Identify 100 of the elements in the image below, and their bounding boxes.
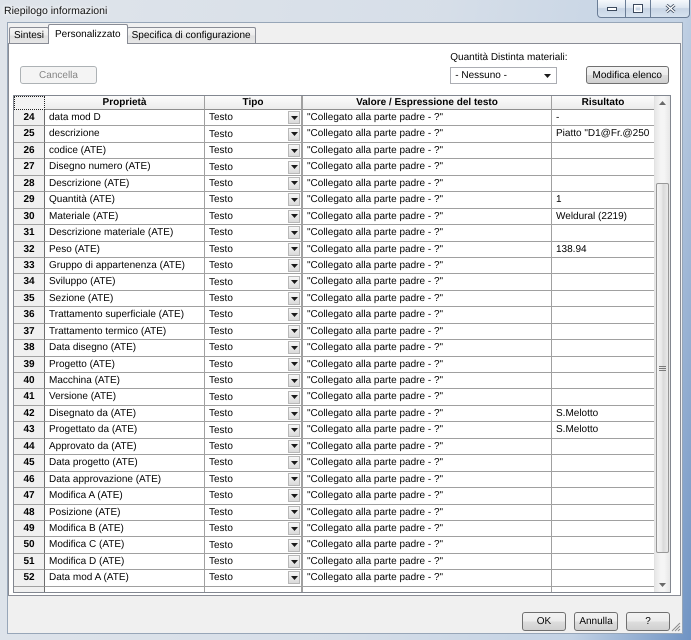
row-number: 33: [14, 258, 45, 274]
dialog-button[interactable]: Annulla: [574, 612, 618, 631]
dropdown-button[interactable]: [288, 571, 300, 584]
table-cell-text: Testo: [209, 128, 234, 142]
row-number: 24: [14, 110, 45, 126]
column-header[interactable]: Tipo: [205, 96, 302, 110]
dropdown-button[interactable]: [288, 358, 300, 371]
table-cell: Data approvazione (ATE): [45, 472, 205, 488]
dropdown-button[interactable]: [288, 259, 300, 272]
caret-down-icon: [290, 477, 298, 482]
dialog-button[interactable]: OK: [522, 612, 566, 631]
dropdown-button[interactable]: [288, 407, 300, 420]
edit-list-button[interactable]: Modifica elenco: [586, 66, 669, 84]
caret-down-icon: [290, 460, 298, 465]
dropdown-button[interactable]: [288, 144, 300, 158]
dropdown-button[interactable]: [288, 489, 300, 502]
table-cell-text: Testo: [209, 276, 234, 290]
table-cell: Progettato da (ATE): [45, 422, 205, 439]
bom-quantity-dropdown[interactable]: - Nessuno -: [450, 67, 558, 84]
dropdown-button[interactable]: [288, 160, 300, 174]
close-button[interactable]: [650, 0, 690, 18]
table-cell-text: Testo: [209, 341, 234, 356]
table-cell: Sezione (ATE): [45, 290, 205, 308]
row-number: 37: [14, 324, 45, 340]
table-cell: "Collegato alla parte padre - ?": [302, 340, 552, 357]
caret-down-icon: [290, 543, 298, 548]
dropdown-button[interactable]: [288, 390, 300, 404]
dropdown-button[interactable]: [288, 506, 300, 519]
scrollbar-thumb[interactable]: [656, 183, 669, 553]
maximize-button[interactable]: [625, 0, 651, 18]
table-cell: "Collegato alla parte padre - ?": [302, 422, 552, 439]
dropdown-button[interactable]: [288, 522, 300, 536]
minimize-button[interactable]: [597, 0, 626, 18]
table-cell: Macchina (ATE): [45, 373, 205, 390]
table-cell-text: Testo: [209, 259, 234, 274]
table-cell: "Collegato alla parte padre - ?": [302, 356, 552, 373]
caret-down-icon: [290, 560, 298, 564]
table-cell: Descrizione materiale (ATE): [45, 225, 205, 242]
resize-grip-icon: [671, 622, 681, 632]
dropdown-button[interactable]: [288, 555, 300, 568]
table-cell: Modifica B (ATE): [45, 520, 205, 538]
column-header[interactable]: Valore / Espressione del testo: [302, 96, 552, 110]
caret-down-icon: [290, 444, 298, 448]
table-cell: "Collegato alla parte padre - ?": [302, 389, 552, 406]
dropdown-button[interactable]: [288, 374, 300, 388]
dropdown-button[interactable]: [288, 472, 300, 486]
dropdown-button[interactable]: [288, 292, 300, 306]
minimize-icon: [606, 6, 616, 10]
table-cell-text: Testo: [209, 210, 234, 224]
dropdown-button[interactable]: [288, 111, 300, 124]
dropdown-button[interactable]: [288, 226, 300, 240]
table-cell: "Collegato alla parte padre - ?": [302, 537, 552, 554]
row-number: 52: [14, 570, 45, 587]
dropdown-button[interactable]: [288, 210, 300, 223]
table-cell-text: Testo: [209, 522, 234, 536]
row-number: 29: [14, 192, 45, 209]
row-number: 47: [14, 488, 45, 504]
table-cell-text: Testo: [209, 555, 234, 570]
row-number: 40: [14, 373, 45, 390]
dropdown-button[interactable]: [288, 456, 300, 470]
tab[interactable]: Personalizzato: [48, 24, 128, 44]
field-label: Quantità Distinta materiali:: [450, 51, 568, 65]
dropdown-button[interactable]: [288, 440, 300, 453]
table-cell-text: Testo: [209, 506, 234, 520]
close-icon: [664, 4, 676, 13]
table-cell: "Collegato alla parte padre - ?": [302, 438, 552, 456]
dropdown-button[interactable]: [288, 193, 300, 206]
dropdown-button[interactable]: [288, 341, 300, 354]
dropdown-button[interactable]: [288, 538, 300, 552]
dropdown-button[interactable]: [288, 176, 300, 190]
dropdown-button[interactable]: [288, 128, 300, 141]
table-cell: Modifica A (ATE): [45, 488, 205, 504]
table-cell: Materiale (ATE): [45, 208, 205, 226]
row-number: 44: [14, 438, 45, 456]
tab[interactable]: Sintesi: [9, 27, 50, 43]
table-corner-cell: [14, 96, 45, 110]
dropdown-button[interactable]: [288, 424, 300, 437]
table-cell-text: Testo: [209, 193, 234, 208]
table-cell: "Collegato alla parte padre - ?": [302, 472, 552, 488]
row-number: 32: [14, 242, 45, 258]
caret-down-icon: [290, 181, 298, 186]
table-cell-text: Testo: [209, 176, 234, 191]
dropdown-button[interactable]: [288, 242, 300, 256]
dropdown-button[interactable]: [288, 308, 300, 322]
table-cell: "Collegato alla parte padre - ?": [302, 554, 552, 570]
table-cell: Progetto (ATE): [45, 356, 205, 373]
caret-down-icon: [290, 362, 298, 366]
row-number: 34: [14, 274, 45, 291]
tab[interactable]: Specifica di configurazione: [126, 27, 256, 43]
column-header[interactable]: Proprietà: [45, 96, 205, 110]
table-cell: Trattamento superficiale (ATE): [45, 307, 205, 324]
table-cell: "Collegato alla parte padre - ?": [302, 406, 552, 422]
dropdown-button[interactable]: [288, 276, 300, 289]
dialog-button[interactable]: ?: [626, 612, 670, 631]
column-header[interactable]: Risultato: [552, 96, 655, 110]
table-cell-text: Testo: [209, 571, 234, 586]
table-cell: "Collegato alla parte padre - ?": [302, 324, 552, 340]
dropdown-button[interactable]: [288, 324, 300, 338]
row-number: 36: [14, 307, 45, 324]
table-cell: Versione (ATE): [45, 389, 205, 406]
